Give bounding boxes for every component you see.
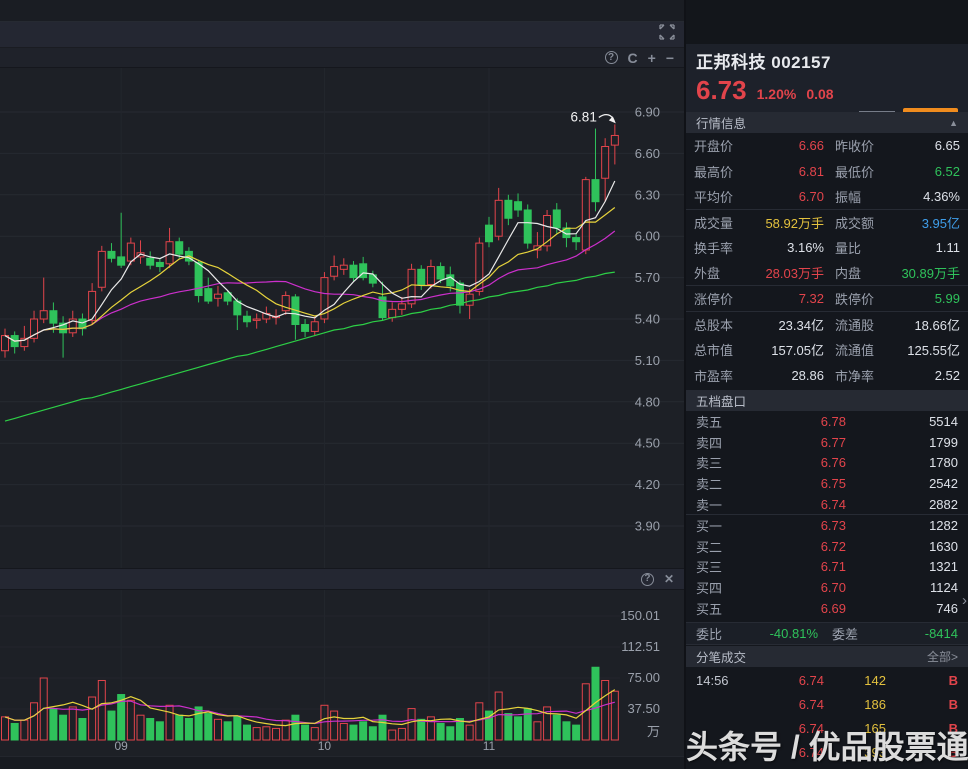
info-row: 最高价6.81最低价6.52	[686, 159, 968, 185]
bottom-strip	[0, 756, 684, 769]
chart-subbar: ? C + −	[0, 48, 684, 68]
svg-text:4.20: 4.20	[635, 477, 660, 492]
order-book-title: 五档盘口	[696, 391, 746, 410]
stock-name: 正邦科技	[696, 53, 766, 72]
high-annotation: 6.81	[571, 109, 597, 124]
weicha-value: -8414	[882, 626, 958, 641]
bid-row[interactable]: 买三6.711321	[686, 557, 968, 578]
last-price: 6.73	[696, 75, 747, 106]
svg-text:4.80: 4.80	[635, 394, 660, 409]
svg-text:75.00: 75.00	[627, 670, 660, 685]
ask-row[interactable]: 卖三6.761780	[686, 453, 968, 474]
ask-row[interactable]: 卖四6.771799	[686, 432, 968, 453]
tick-trades-section-header: 分笔成交 全部>	[686, 646, 968, 667]
market-info-section-header: 行情信息 ▲	[686, 112, 968, 133]
change-percent: 1.20%	[757, 86, 797, 102]
help-icon[interactable]: ?	[605, 51, 618, 64]
svg-text:37.50: 37.50	[627, 701, 660, 716]
svg-text:11: 11	[483, 739, 496, 753]
info-row: 成交量58.92万手成交额3.95亿	[686, 210, 968, 236]
svg-text:5.40: 5.40	[635, 312, 660, 327]
svg-text:5.70: 5.70	[635, 270, 660, 285]
stock-app-window: ? C + − 6.90 6.60 6.30 6.00 5.70 5.40 5.10 4.80…	[0, 0, 968, 769]
stock-title: 正邦科技 002157	[696, 48, 958, 73]
chart-toolbar	[0, 22, 684, 48]
tick-trades-title: 分笔成交	[696, 647, 746, 666]
collapse-arrow-icon[interactable]: ▲	[949, 118, 958, 128]
price-line: 6.73 1.20% 0.08	[696, 75, 958, 106]
view-all-link[interactable]: 全部>	[927, 648, 958, 665]
info-row: 总市值157.05亿流通值125.55亿	[686, 337, 968, 363]
info-row: 涨停价7.32跌停价5.99	[686, 286, 968, 312]
svg-text:万: 万	[647, 724, 660, 739]
zoom-out-icon[interactable]: −	[666, 51, 674, 65]
tick-row: 14:566.74142B	[686, 668, 968, 692]
ask-row[interactable]: 卖五6.785514	[686, 411, 968, 432]
bid-row[interactable]: 买五6.69746	[686, 598, 968, 619]
svg-text:5.10: 5.10	[635, 353, 660, 368]
svg-text:6.00: 6.00	[635, 229, 660, 244]
stock-code: 002157	[771, 53, 831, 72]
change-absolute: 0.08	[806, 86, 833, 102]
svg-text:112.51: 112.51	[621, 639, 660, 654]
chart-area: ? C + − 6.90 6.60 6.30 6.00 5.70 5.40 5.10 4.80…	[0, 0, 684, 769]
refresh-icon[interactable]: C	[628, 51, 638, 65]
order-book-section-header: 五档盘口	[686, 390, 968, 411]
info-row: 开盘价6.66昨收价6.65	[686, 133, 968, 159]
svg-text:10: 10	[318, 739, 332, 753]
fullscreen-expand-icon[interactable]	[656, 22, 678, 47]
info-row: 总股本23.34亿流通股18.66亿	[686, 312, 968, 338]
market-info-table: 开盘价6.66昨收价6.65 最高价6.81最低价6.52 平均价6.70振幅4…	[686, 133, 968, 388]
stock-header: 正邦科技 002157 6.73 1.20% 0.08 已收盘 11-21 15…	[686, 44, 968, 112]
market-info-title: 行情信息	[696, 113, 746, 132]
bid-row[interactable]: 买二6.721630	[686, 536, 968, 557]
ask-row[interactable]: 卖一6.742882	[686, 494, 968, 515]
volume-panel-header: ? ✕	[0, 568, 684, 590]
svg-text:09: 09	[114, 739, 128, 753]
svg-text:4.50: 4.50	[635, 436, 660, 451]
info-row: 市盈率28.86市净率2.52	[686, 363, 968, 389]
tick-row: 6.74186B	[686, 692, 968, 716]
commission-summary: 委比 -40.81% 委差 -8414	[686, 622, 968, 645]
quote-panel: 正邦科技 002157 6.73 1.20% 0.08 已收盘 11-21 15…	[686, 0, 968, 769]
candlestick-chart[interactable]: 6.90 6.60 6.30 6.00 5.70 5.40 5.10 4.80 4.50 4.20…	[0, 68, 684, 568]
order-book-table: 卖五6.785514 卖四6.771799 卖三6.761780 卖二6.752…	[686, 411, 968, 619]
svg-text:3.90: 3.90	[635, 519, 660, 534]
tick-row: 6.74165B	[686, 716, 968, 740]
svg-text:6.90: 6.90	[635, 105, 660, 120]
info-row: 平均价6.70振幅4.36%	[686, 184, 968, 210]
panel-collapse-chevron-icon[interactable]: ›	[962, 592, 967, 609]
volume-help-icon[interactable]: ?	[641, 573, 654, 586]
bid-row[interactable]: 买四6.701124	[686, 577, 968, 598]
bid-row[interactable]: 买一6.731282	[686, 515, 968, 536]
info-row: 换手率3.16%量比1.11	[686, 235, 968, 261]
svg-text:6.60: 6.60	[635, 146, 660, 161]
volume-close-icon[interactable]: ✕	[664, 572, 674, 586]
weibi-value: -40.81%	[742, 626, 818, 641]
ask-row[interactable]: 卖二6.752542	[686, 473, 968, 494]
volume-chart[interactable]: 09 10 11 150.01 112.51 75.00 37.50 万	[0, 590, 684, 756]
top-strip	[0, 0, 684, 22]
quote-panel-top-strip	[686, 0, 968, 44]
tick-trades-table: 14:566.74142B 6.74186B 6.74165B 6.74393B…	[686, 668, 968, 769]
svg-text:150.01: 150.01	[620, 608, 660, 623]
zoom-in-icon[interactable]: +	[648, 51, 656, 65]
tick-row: 6.74393B	[686, 740, 968, 764]
tick-row: 6.73170S	[686, 764, 968, 769]
svg-text:6.30: 6.30	[635, 187, 660, 202]
info-row: 外盘28.03万手内盘30.89万手	[686, 261, 968, 287]
